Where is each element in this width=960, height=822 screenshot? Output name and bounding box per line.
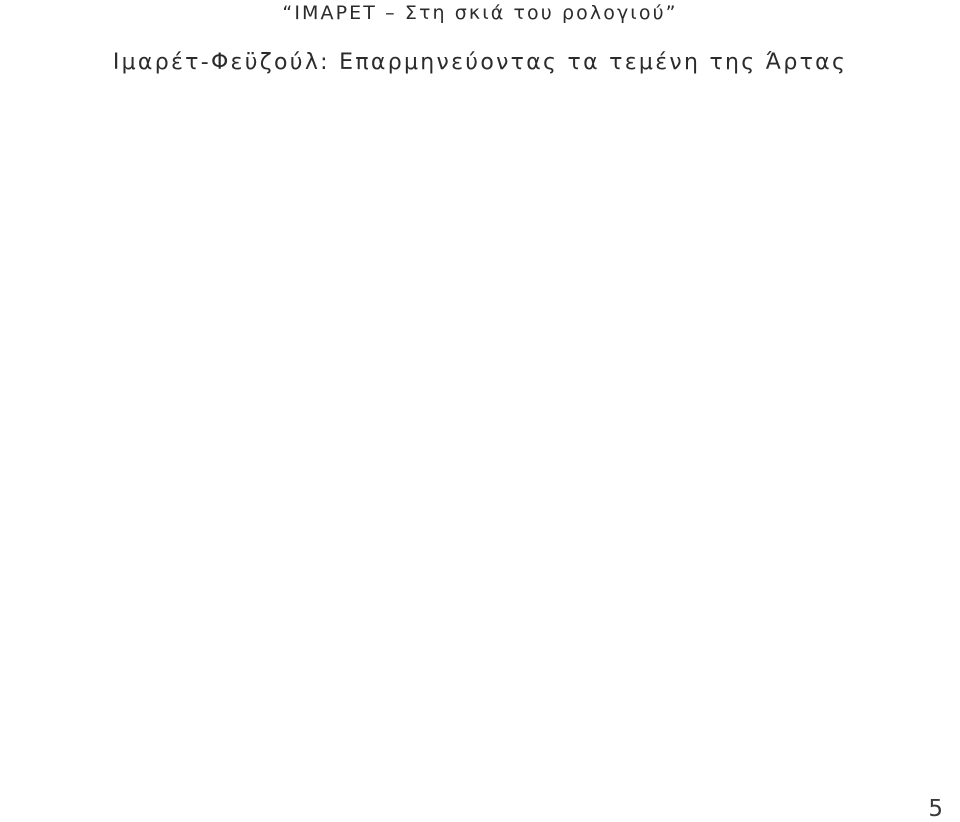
slide-page: “ΙΜΑΡΕΤ – Στη σκιά του ρολογιού” Ιμαρέτ-…: [0, 0, 960, 822]
slide-subtitle: Ιμαρέτ-Φεϋζούλ: Επαρμηνεύοντας τα τεμένη…: [112, 50, 848, 75]
slide-title: “ΙΜΑΡΕΤ – Στη σκιά του ρολογιού”: [282, 2, 678, 24]
page-number: 5: [928, 796, 943, 822]
slide-body-content: [0, 95, 960, 785]
page-footer: 5: [0, 786, 960, 822]
